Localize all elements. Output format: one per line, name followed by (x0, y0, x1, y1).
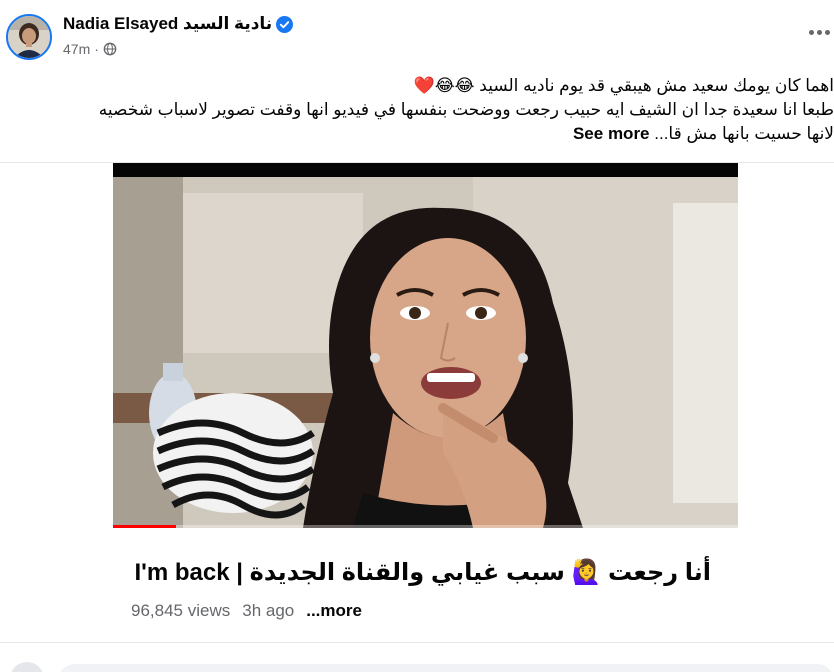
more-options-icon[interactable] (804, 22, 834, 42)
author-name[interactable]: Nadia Elsayed نادية السيد (63, 14, 272, 34)
video-meta: 96,845 views 3h ago ...more (131, 601, 362, 621)
see-more-link[interactable]: See more (573, 124, 650, 143)
video-title[interactable]: أنا رجعت 🙋‍♀️ سبب غيابي والقناة الجديدة … (131, 558, 712, 587)
video-link-card[interactable]: أنا رجعت 🙋‍♀️ سبب غيابي والقناة الجديدة … (113, 528, 738, 638)
post-meta: 47m · (63, 41, 117, 57)
author-avatar[interactable] (6, 14, 52, 60)
video-more-link[interactable]: ...more (306, 601, 362, 620)
caption-line-2: طبعا انا سعيدة جدا ان الشيف ايه حبيب رجع… (98, 100, 834, 119)
avatar-image (8, 16, 50, 58)
post-caption: اهما كان يومك سعيد مش هيبقي قد يوم ناديه… (0, 74, 834, 146)
verified-badge-icon (276, 16, 293, 33)
caption-line-1: اهما كان يومك سعيد مش هيبقي قد يوم ناديه… (413, 76, 834, 95)
caption-line-3-text: لانها حسيت بانها مش قا... (654, 124, 834, 143)
video-views: 96,845 views (131, 601, 231, 620)
facebook-post: Nadia Elsayed نادية السيد 47m · اهما كان… (0, 0, 834, 672)
video-age: 3h ago (242, 601, 295, 620)
commenter-avatar (10, 662, 44, 672)
meta-separator: · (94, 41, 99, 57)
video-thumbnail (113, 163, 738, 528)
comment-input[interactable] (58, 664, 834, 672)
post-timestamp[interactable]: 47m (63, 41, 90, 57)
video-player[interactable] (113, 163, 738, 528)
globe-icon[interactable] (103, 42, 117, 56)
caption-line-3: لانها حسيت بانها مش قا... See more (0, 122, 834, 146)
divider (0, 642, 834, 643)
